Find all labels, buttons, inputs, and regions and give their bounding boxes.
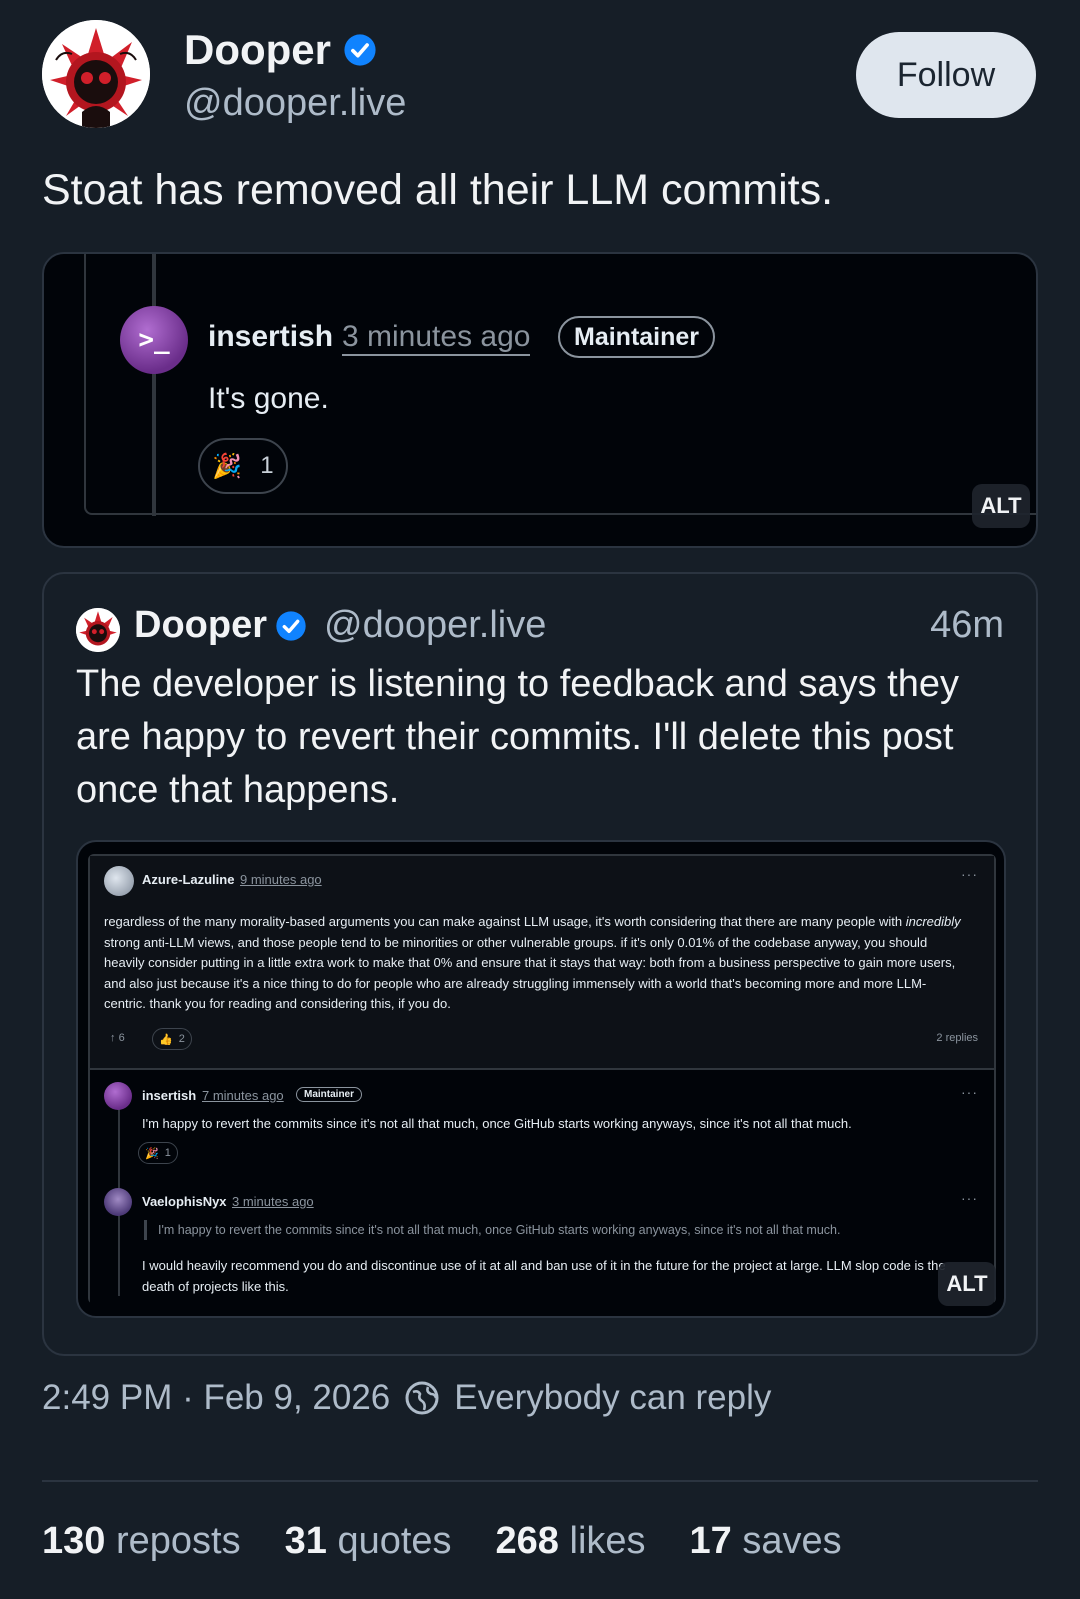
likes-stat[interactable]: 268 likes bbox=[496, 1520, 646, 1563]
saves-label: saves bbox=[742, 1520, 842, 1562]
quote-author-avatar bbox=[76, 608, 120, 652]
user-avatar bbox=[104, 866, 134, 896]
follow-button[interactable]: Follow bbox=[856, 32, 1036, 118]
comment-body: regardless of the many morality-based ar… bbox=[104, 912, 964, 1015]
comment-body-lead: regardless of the many morality-based ar… bbox=[104, 914, 903, 929]
post-image-1[interactable]: >_ insertish 3 minutes ago Maintainer It… bbox=[42, 252, 1038, 548]
quote-image[interactable]: Azure-Lazuline 9 minutes ago ··· regardl… bbox=[76, 840, 1006, 1318]
more-options-icon: ··· bbox=[961, 866, 978, 882]
reaction-count: 1 bbox=[260, 452, 274, 479]
comment-body: I would heavily recommend you do and dis… bbox=[142, 1258, 946, 1294]
comment-message: It's gone. bbox=[208, 382, 329, 415]
comment-username: insertish bbox=[208, 320, 334, 353]
author-name-row[interactable]: Dooper bbox=[184, 26, 377, 74]
comment-time: 7 minutes ago bbox=[202, 1088, 284, 1103]
maintainer-badge: Maintainer bbox=[558, 316, 716, 358]
thumbs-reaction: 👍 2 bbox=[152, 1028, 192, 1050]
quote-author-handle: @dooper.live bbox=[324, 604, 547, 646]
reaction-pill: 🎉 1 bbox=[138, 1142, 178, 1164]
reposts-stat[interactable]: 130 reposts bbox=[42, 1520, 241, 1563]
comment-azure: Azure-Lazuline 9 minutes ago ··· regardl… bbox=[90, 856, 994, 1070]
alt-text-button[interactable]: ALT bbox=[972, 484, 1030, 528]
author-name[interactable]: Dooper bbox=[184, 26, 331, 74]
reaction-pill: 🎉 1 bbox=[198, 438, 288, 494]
author-handle[interactable]: @dooper.live bbox=[184, 82, 406, 125]
maintainer-badge: Maintainer bbox=[296, 1087, 363, 1102]
reaction-count: 2 bbox=[178, 1033, 185, 1045]
post-meta: 2:49 PM · Feb 9, 2026 Everybody can repl… bbox=[42, 1378, 771, 1418]
quotes-label: quotes bbox=[337, 1520, 452, 1562]
comment-time: 3 minutes ago bbox=[232, 1194, 314, 1209]
comment-body: I'm happy to revert the commits since it… bbox=[142, 1116, 852, 1131]
comment-body-emphasis: incredibly bbox=[905, 914, 961, 929]
quotes-count: 31 bbox=[284, 1520, 327, 1562]
more-options-icon: ··· bbox=[961, 1190, 978, 1206]
more-options-icon: ··· bbox=[961, 1084, 978, 1100]
thread-line bbox=[152, 254, 156, 516]
likes-label: likes bbox=[569, 1520, 646, 1562]
quote-author-name-row: Dooper bbox=[134, 604, 307, 647]
post-text: Stoat has removed all their LLM commits. bbox=[42, 166, 834, 214]
reaction-count: 1 bbox=[164, 1147, 171, 1159]
github-discussion: Azure-Lazuline 9 minutes ago ··· regardl… bbox=[88, 854, 996, 1304]
terminal-prompt-avatar-icon bbox=[104, 1082, 132, 1110]
reply-thread: insertish 7 minutes ago Maintainer ··· I… bbox=[90, 1070, 994, 1304]
engagement-stats: 130 reposts 31 quotes 268 likes 17 saves bbox=[42, 1520, 842, 1563]
comment-body-rest: strong anti-LLM views, and those people … bbox=[104, 934, 956, 1012]
comment-username: Azure-Lazuline bbox=[142, 872, 235, 887]
blockquote-bar bbox=[144, 1220, 147, 1240]
quotes-stat[interactable]: 31 quotes bbox=[285, 1520, 452, 1563]
verified-check-icon bbox=[344, 34, 376, 66]
globe-reply-icon bbox=[405, 1381, 439, 1415]
reposts-count: 130 bbox=[42, 1520, 106, 1562]
quote-author-name: Dooper bbox=[134, 604, 267, 646]
post-timestamp: 2:49 PM · Feb 9, 2026 bbox=[42, 1378, 391, 1417]
comment-time: 9 minutes ago bbox=[240, 872, 322, 887]
reply-setting[interactable]: Everybody can reply bbox=[454, 1378, 771, 1418]
party-popper-icon: 🎉 bbox=[145, 1147, 159, 1160]
upvote: ↑ 6 bbox=[110, 1032, 125, 1044]
verified-check-icon bbox=[276, 610, 306, 641]
comment-username: insertish bbox=[142, 1088, 197, 1103]
user-avatar bbox=[104, 1188, 132, 1216]
divider bbox=[42, 1480, 1038, 1482]
replies-count: 2 replies bbox=[936, 1032, 978, 1044]
upvote-count: 6 bbox=[118, 1032, 125, 1044]
spiky-red-creature-avatar-icon bbox=[76, 608, 120, 652]
comment-username: VaelophisNyx bbox=[142, 1194, 227, 1209]
comment-time: 3 minutes ago bbox=[342, 320, 531, 356]
terminal-prompt-avatar-icon: >_ bbox=[120, 306, 188, 374]
saves-count: 17 bbox=[689, 1520, 732, 1562]
quoted-post[interactable]: Dooper @dooper.live 46m The developer is… bbox=[42, 572, 1038, 1356]
likes-count: 268 bbox=[495, 1520, 559, 1562]
party-popper-icon: 🎉 bbox=[212, 452, 243, 480]
thumbs-up-icon: 👍 bbox=[159, 1033, 173, 1046]
quoted-text: I'm happy to revert the commits since it… bbox=[158, 1223, 841, 1237]
spiky-red-creature-avatar-icon bbox=[42, 20, 150, 128]
quote-text: The developer is listening to feedback a… bbox=[76, 663, 959, 811]
author-avatar[interactable] bbox=[42, 20, 150, 128]
saves-stat[interactable]: 17 saves bbox=[690, 1520, 842, 1563]
reposts-label: reposts bbox=[115, 1520, 241, 1562]
quote-time: 46m bbox=[930, 604, 1004, 646]
alt-text-button[interactable]: ALT bbox=[938, 1262, 996, 1306]
